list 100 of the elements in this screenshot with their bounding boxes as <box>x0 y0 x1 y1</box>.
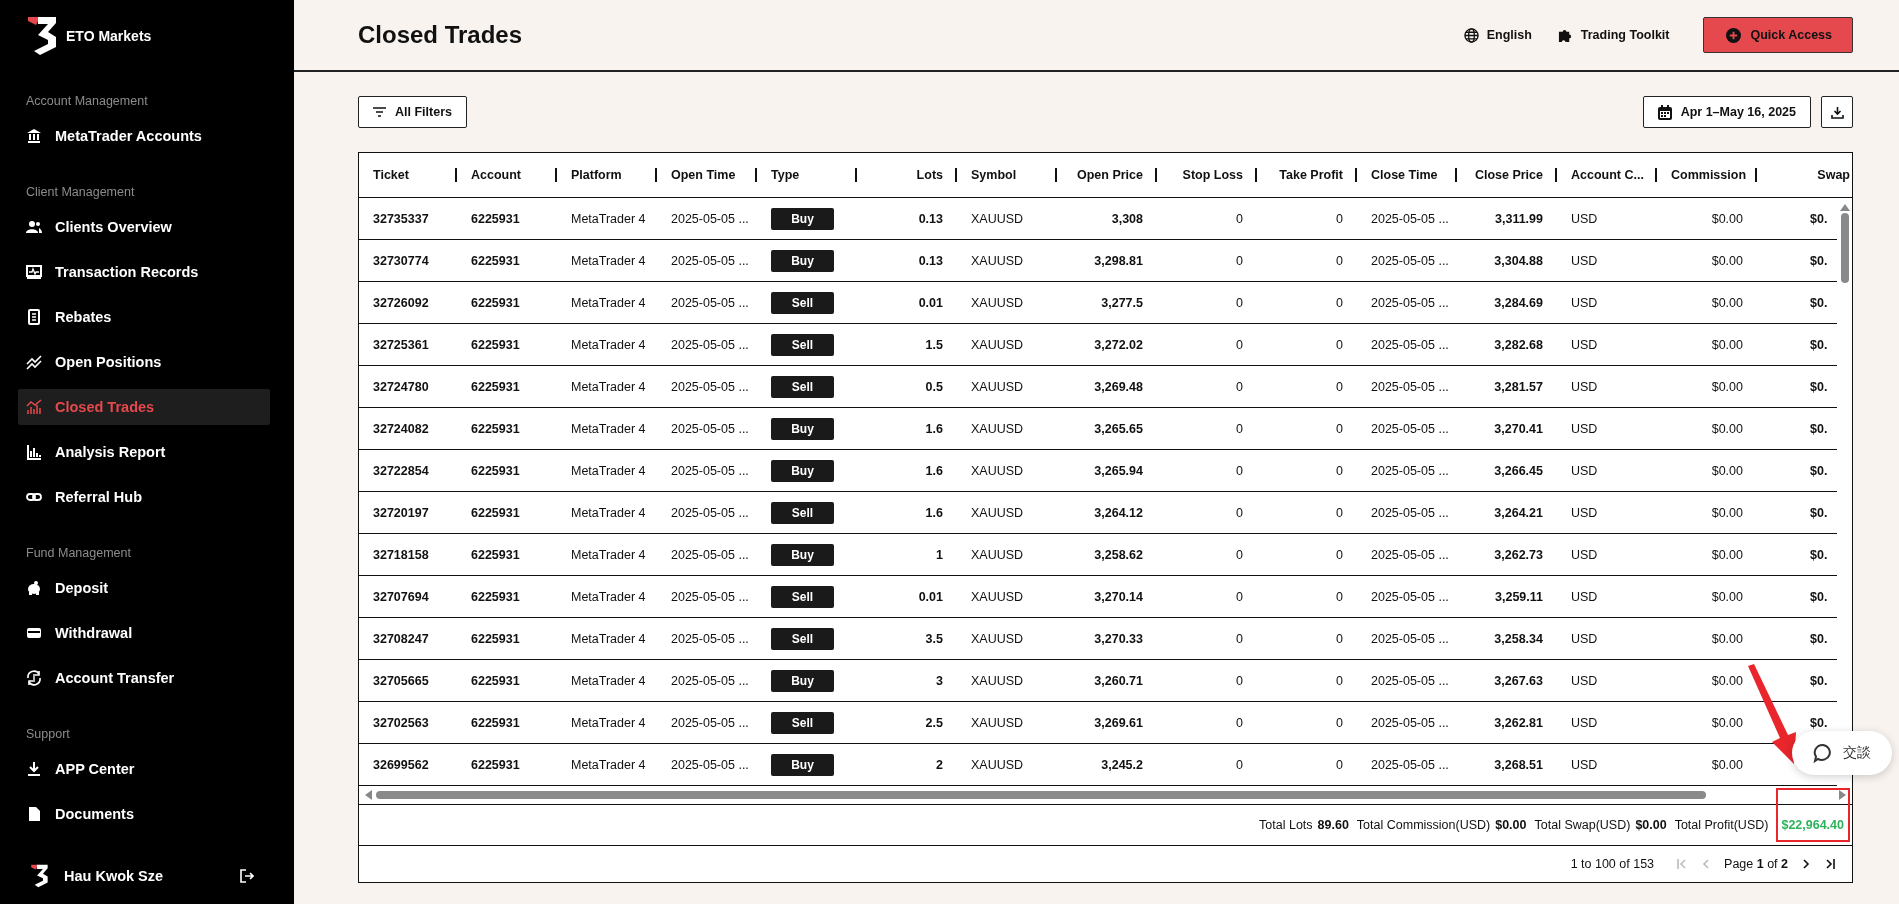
toolkit-link[interactable]: Trading Toolkit <box>1557 27 1670 43</box>
table-cell: XAUUSD <box>971 211 1024 226</box>
total-label: Total Lots <box>1259 818 1313 832</box>
last-page-icon[interactable] <box>1824 858 1836 870</box>
scrollbar-thumb[interactable] <box>376 791 1706 799</box>
table-cell: 32720197 <box>373 505 429 520</box>
table-cell: 0 <box>1336 631 1343 646</box>
plus-circle-icon <box>1726 27 1742 43</box>
sidebar-item[interactable]: Clients Overview <box>18 209 270 245</box>
table-cell: 3,298.81 <box>1094 253 1143 268</box>
table-cell: 0 <box>1336 421 1343 436</box>
table-cell: MetaTrader 4 <box>571 757 646 772</box>
table-cell: 0 <box>1236 715 1243 730</box>
sidebar-item[interactable]: Rebates <box>18 299 270 335</box>
total-value: $0.00 <box>1635 818 1667 832</box>
sidebar-item[interactable]: MetaTrader Accounts <box>18 118 270 154</box>
sidebar-item[interactable]: Deposit <box>18 570 270 606</box>
table-cell: 3,260.71 <box>1094 673 1143 688</box>
table-cell: 0.13 <box>918 253 943 268</box>
table-cell: 0.5 <box>925 379 943 394</box>
table-cell: 0 <box>1236 673 1243 688</box>
table-cell: USD <box>1571 337 1598 352</box>
table-cell: 3,264.12 <box>1094 505 1143 520</box>
trade-type-badge: Sell <box>771 291 834 314</box>
table-cell: 2025-05-05 ... <box>671 505 749 520</box>
table-cell: USD <box>1571 505 1598 520</box>
table-cell: MetaTrader 4 <box>571 253 646 268</box>
column-header: Stop Loss <box>1157 168 1257 182</box>
table-cell: 3,282.68 <box>1494 337 1543 352</box>
receipt-icon <box>26 309 42 325</box>
date-range-button[interactable]: Apr 1–May 16, 2025 <box>1642 96 1811 128</box>
table-cell: XAUUSD <box>971 589 1024 604</box>
table-cell: 2025-05-05 ... <box>1371 463 1449 478</box>
table-cell: 3,265.94 <box>1094 463 1143 478</box>
filters-button[interactable]: All Filters <box>358 96 467 128</box>
language-link[interactable]: English <box>1463 27 1532 43</box>
scroll-right-icon[interactable] <box>1839 790 1846 800</box>
trade-type-badge: Buy <box>771 459 834 482</box>
table-cell: 0 <box>1236 295 1243 310</box>
sidebar-item[interactable]: Analysis Report <box>18 434 270 470</box>
brand-name: ETO Markets <box>66 28 152 44</box>
table-cell: 2025-05-05 ... <box>1371 631 1449 646</box>
scrollbar-thumb[interactable] <box>1840 213 1849 283</box>
download-button[interactable] <box>1821 96 1853 128</box>
table-cell: $0. <box>1810 589 1828 604</box>
quick-access-button[interactable]: Quick Access <box>1703 17 1853 53</box>
table-cell: 0 <box>1236 589 1243 604</box>
table-cell: 6225931 <box>471 715 520 730</box>
column-header: Close Price <box>1457 168 1557 182</box>
table-cell: 32724082 <box>373 421 429 436</box>
table-cell: XAUUSD <box>971 673 1024 688</box>
sidebar-item[interactable]: Referral Hub <box>18 479 270 515</box>
trend-line-icon <box>26 354 42 370</box>
page-title: Closed Trades <box>358 21 523 49</box>
scroll-left-icon[interactable] <box>365 790 372 800</box>
sidebar-item[interactable]: Account Transfer <box>18 660 270 696</box>
sidebar-item[interactable]: Transaction Records <box>18 254 270 290</box>
table-cell: $0.00 <box>1711 379 1743 394</box>
total-value: 89.60 <box>1317 818 1349 832</box>
table-cell: 3,284.69 <box>1494 295 1543 310</box>
table-cell: USD <box>1571 379 1598 394</box>
table-cell: 32702563 <box>373 715 429 730</box>
table-cell: 2025-05-05 ... <box>1371 589 1449 604</box>
table-cell: 2025-05-05 ... <box>1371 421 1449 436</box>
table-cell: USD <box>1571 211 1598 226</box>
table-cell: 0 <box>1236 337 1243 352</box>
table-cell: 3,281.57 <box>1494 379 1543 394</box>
table-cell: $0. <box>1810 631 1828 646</box>
column-header: Account <box>457 168 557 182</box>
trade-type-badge: Sell <box>771 711 834 734</box>
table-cell: $0. <box>1810 715 1828 730</box>
table-cell: MetaTrader 4 <box>571 211 646 226</box>
sidebar-item[interactable]: Open Positions <box>18 344 270 380</box>
table-cell: $0. <box>1810 463 1828 478</box>
column-header: Swap <box>1816 168 1851 182</box>
logout-icon[interactable] <box>240 869 254 883</box>
user-name: Hau Kwok Sze <box>64 868 165 884</box>
table-cell: 0.13 <box>918 211 943 226</box>
sidebar-item[interactable]: Withdrawal <box>18 615 270 651</box>
table-cell: 6225931 <box>471 379 520 394</box>
table-cell: 32705665 <box>373 673 429 688</box>
sidebar-item[interactable]: Documents <box>18 796 270 832</box>
table-cell: 0 <box>1236 505 1243 520</box>
table-cell: 2025-05-05 ... <box>1371 295 1449 310</box>
scroll-up-icon[interactable] <box>1839 204 1850 211</box>
table-cell: XAUUSD <box>971 631 1024 646</box>
table-cell: $0. <box>1810 337 1828 352</box>
table-cell: 3,311.99 <box>1495 211 1543 226</box>
sidebar-item[interactable]: Closed Trades <box>18 389 270 425</box>
table-cell: 2025-05-05 ... <box>671 253 749 268</box>
next-page-icon[interactable] <box>1800 858 1812 870</box>
table-cell: 6225931 <box>471 211 520 226</box>
download-icon <box>1830 105 1844 119</box>
table-cell: 3,270.41 <box>1494 421 1543 436</box>
table-cell: 2025-05-05 ... <box>671 547 749 562</box>
sidebar-item[interactable]: APP Center <box>18 751 270 787</box>
table-cell: 3,262.81 <box>1494 715 1543 730</box>
section-heading: Client Management <box>25 184 136 201</box>
chat-button[interactable]: 交談 <box>1792 731 1892 775</box>
table-cell: 3,262.73 <box>1494 547 1543 562</box>
